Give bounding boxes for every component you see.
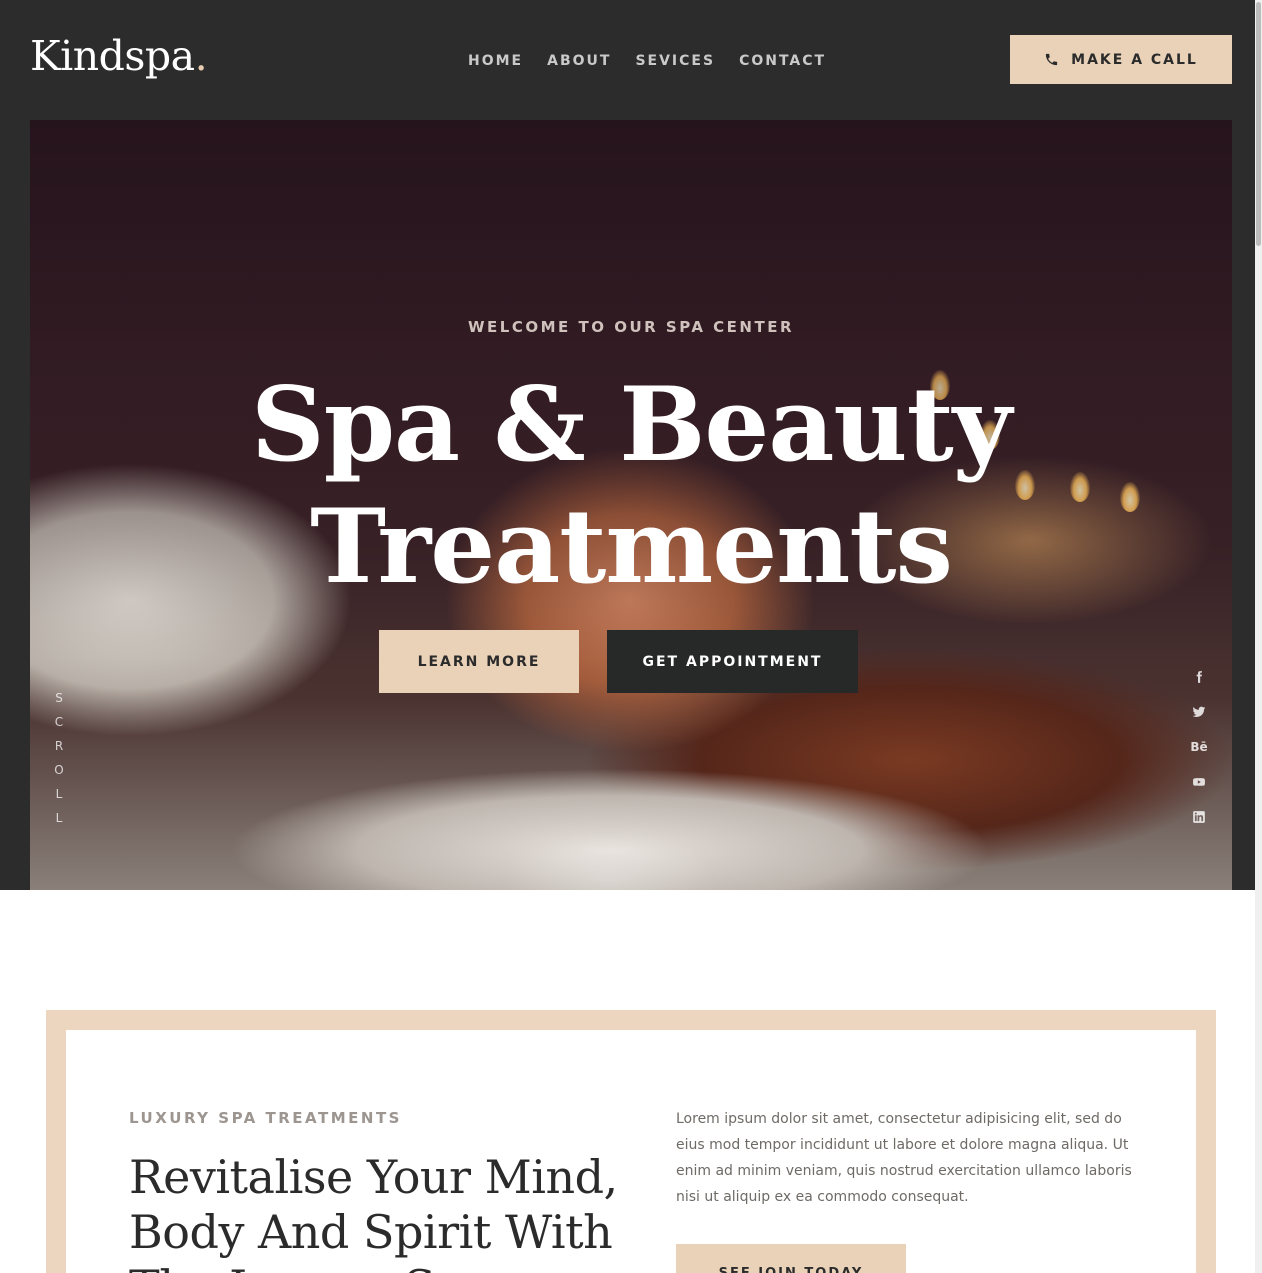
scroll-letter: R [54, 739, 64, 753]
nav-services[interactable]: SEVICES [635, 53, 715, 69]
get-appointment-button[interactable]: GET APPOINTMENT [607, 630, 858, 693]
phone-icon [1046, 53, 1058, 66]
nav-home[interactable]: HOME [468, 53, 523, 69]
about-eyebrow: LUXURY SPA TREATMENTS [129, 1109, 402, 1127]
nav-about[interactable]: ABOUT [547, 53, 611, 69]
make-a-call-button[interactable]: MAKE A CALL [1010, 35, 1232, 84]
about-text: Lorem ipsum dolor sit amet, consectetur … [676, 1111, 1132, 1205]
scroll-letter: L [55, 787, 63, 801]
hero-eyebrow: WELCOME TO OUR SPA CENTER [467, 318, 794, 336]
behance-text: Bē [1190, 740, 1208, 754]
hero-title-line1: Spa & Beauty [251, 365, 1012, 485]
facebook-icon[interactable] [1190, 668, 1208, 686]
scroll-indicator[interactable]: SCROLL [52, 686, 66, 830]
nav-contact[interactable]: CONTACT [739, 53, 826, 69]
make-a-call-label: MAKE A CALL [1071, 51, 1198, 68]
social-links: Bē [1188, 668, 1210, 826]
about-title: Revitalise Your Mind, Body And Spirit Wi… [129, 1150, 618, 1273]
scroll-letter: L [55, 811, 63, 825]
hero-title-line2: Treatments [310, 487, 953, 607]
page-scrollbar[interactable] [1255, 0, 1262, 1273]
twitter-icon[interactable] [1190, 703, 1208, 721]
brand-name: Kindspa [30, 32, 195, 80]
hero-title: Spa & Beauty Treatments [30, 364, 1232, 608]
learn-more-button[interactable]: LEARN MORE [379, 630, 579, 693]
main-nav: HOME ABOUT SEVICES CONTACT [468, 53, 826, 69]
join-today-button[interactable]: SEE JOIN TODAY [676, 1244, 906, 1273]
behance-icon[interactable]: Bē [1190, 738, 1208, 756]
brand-dot: . [194, 32, 208, 80]
youtube-icon[interactable] [1190, 773, 1208, 791]
brand-logo[interactable]: Kindspa. [30, 32, 208, 80]
scroll-label: SCROLL [52, 686, 66, 830]
scroll-letter: O [54, 763, 64, 777]
linkedin-icon[interactable] [1190, 808, 1208, 826]
scroll-letter: S [55, 691, 63, 705]
scroll-letter: C [54, 715, 64, 729]
hero-banner: WELCOME TO OUR SPA CENTER Spa & Beauty T… [30, 120, 1232, 890]
scrollbar-thumb[interactable] [1256, 2, 1261, 246]
